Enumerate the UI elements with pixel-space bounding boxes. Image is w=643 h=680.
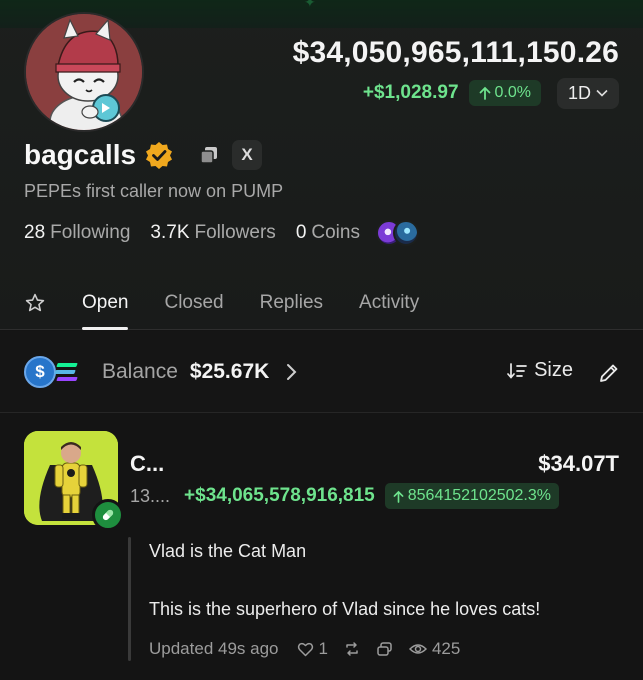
position-pnl: +$34,065,578,916,815 — [184, 485, 375, 506]
coin-name: C... — [130, 451, 165, 476]
coins-label: Coins — [311, 222, 360, 243]
reply-thread-line — [128, 537, 131, 661]
repost-icon — [346, 642, 358, 656]
usdc-icon: $ — [24, 355, 56, 388]
following-stat[interactable]: 28 Following — [24, 222, 130, 244]
sort-label: Size — [534, 359, 573, 381]
like-count: 1 — [318, 639, 328, 658]
coins-count: 0 — [295, 222, 307, 243]
solana-icon — [54, 360, 78, 384]
profile-header: ✦ $34,050,965,111,150.26 +$1,028.97 0.0%… — [0, 0, 643, 330]
pnl-amount: +$1,028.97 — [362, 82, 459, 103]
profile-stats: 28 Following 3.7K Followers 0 Coins — [24, 218, 419, 248]
updated-time: Updated 49s ago — [149, 639, 279, 658]
chevron-down-icon — [596, 89, 608, 97]
position-subrow: 13.... +$34,065,578,916,815 856415210250… — [130, 481, 559, 511]
tab-open[interactable]: Open — [82, 276, 129, 330]
coin-ticker: 13.... — [130, 485, 171, 506]
cat-avatar-icon — [26, 14, 142, 130]
verified-badge-icon — [146, 142, 173, 169]
position-pnl-percent-badge: 8564152102502.3% — [384, 483, 559, 509]
pencil-icon[interactable] — [597, 361, 621, 385]
followers-count: 3.7K — [150, 222, 190, 243]
period-value: 1D — [567, 82, 591, 103]
following-count: 28 — [24, 222, 46, 243]
position-value: $34.07T — [538, 451, 619, 476]
following-label: Following — [50, 222, 131, 243]
copy-icon — [200, 147, 218, 164]
tab-activity[interactable]: Activity — [359, 276, 419, 330]
tab-closed[interactable]: Closed — [164, 276, 223, 330]
period-select[interactable]: 1D — [556, 77, 619, 109]
pnl-percent-badge: 0.0% — [468, 80, 541, 106]
username: bagcalls — [24, 139, 137, 170]
balance-row[interactable]: $ Balance $25.67K Size — [0, 331, 643, 413]
reply-text-line-2: This is the superhero of Vlad since he l… — [149, 599, 541, 619]
followers-label: Followers — [194, 222, 276, 243]
reply-text-line-1: Vlad is the Cat Man — [149, 541, 307, 561]
bio: PEPEs first caller now on PUMP — [24, 181, 284, 201]
sort-icon — [507, 362, 527, 379]
pump-pill-icon — [102, 509, 114, 521]
reply-meta: Updated 49s ago 1 425 — [149, 637, 460, 661]
balance-label: Balance — [102, 359, 178, 383]
arrow-up-icon — [393, 490, 404, 503]
banner-icon: ✦ — [304, 0, 316, 10]
quote-button[interactable] — [376, 641, 393, 657]
view-count: 425 — [431, 639, 461, 658]
x-logo-icon: X — [241, 145, 253, 164]
position-pnl-percent: 8564152102502.3% — [407, 487, 551, 504]
arrow-up-icon — [479, 86, 490, 100]
username-row: bagcalls X — [24, 136, 263, 174]
followers-stat[interactable]: 3.7K Followers — [150, 222, 275, 244]
mutual-avatars[interactable] — [375, 220, 419, 246]
portfolio-value: $34,050,965,111,150.26 — [292, 36, 619, 69]
avatar[interactable] — [24, 12, 144, 132]
x-profile-button[interactable]: X — [232, 140, 263, 170]
balance-coin-icons: $ — [24, 355, 78, 388]
profile-tabs: Open Closed Replies Activity — [0, 276, 643, 330]
chevron-right-icon — [287, 363, 297, 380]
balance-value: $25.67K — [189, 359, 270, 383]
like-button[interactable]: 1 — [297, 639, 328, 659]
mini-avatar — [392, 220, 419, 246]
repost-button[interactable] — [344, 641, 360, 657]
pump-badge — [92, 499, 124, 531]
sort-by-size-button[interactable]: Size — [507, 359, 573, 382]
star-icon[interactable] — [24, 292, 46, 314]
profile-page: ✦ $34,050,965,111,150.26 +$1,028.97 0.0%… — [0, 0, 643, 680]
eye-icon — [408, 644, 427, 654]
pnl-row: +$1,028.97 0.0% 1D — [363, 77, 619, 109]
copy-address-button[interactable] — [194, 140, 224, 170]
position-card[interactable]: C... $34.07T 13.... +$34,065,578,916,815… — [0, 413, 643, 680]
view-count-indicator: 425 — [408, 639, 461, 659]
heart-icon — [297, 642, 313, 656]
tab-replies[interactable]: Replies — [260, 276, 323, 330]
quote-icon — [377, 642, 392, 656]
coins-stat[interactable]: 0 Coins — [296, 222, 360, 244]
pnl-percent-value: 0.0% — [494, 84, 531, 101]
